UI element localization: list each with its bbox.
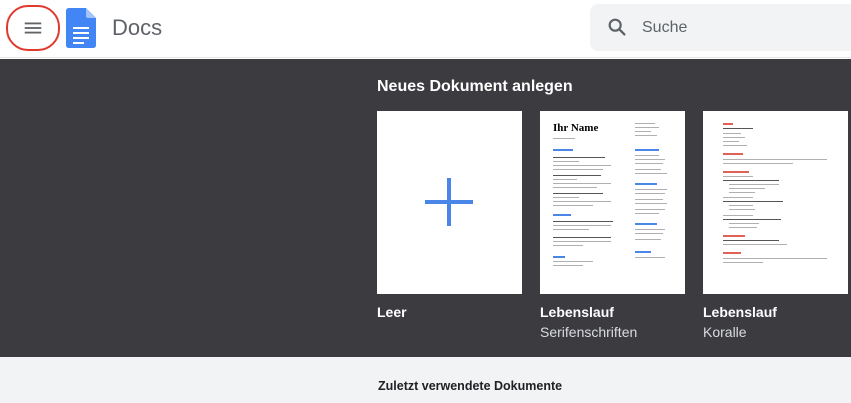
template-label: Lebenslauf xyxy=(703,304,777,320)
recent-documents-title: Zuletzt verwendete Dokumente xyxy=(378,379,563,393)
template-label: Lebenslauf xyxy=(540,304,614,320)
hamburger-menu-icon xyxy=(24,22,42,34)
template-label: Leer xyxy=(377,304,407,320)
template-gallery-title: Neues Dokument anlegen xyxy=(377,78,573,95)
top-bar: Docs xyxy=(0,0,851,58)
template-thumbnail-resume-serif[interactable]: Ihr Name xyxy=(540,111,685,294)
template-gallery: Neues Dokument anlegen Leer Ihr Name Leb… xyxy=(0,59,851,357)
template-resume-coral[interactable]: Lebenslauf Koralle xyxy=(703,111,848,340)
template-sublabel: Serifenschriften xyxy=(540,324,638,340)
search-box[interactable] xyxy=(590,4,851,51)
plus-icon xyxy=(425,178,473,226)
template-thumbnail-blank[interactable] xyxy=(377,111,522,294)
resume-preview-name: Ihr Name xyxy=(553,122,599,134)
docs-logo-icon[interactable] xyxy=(66,8,96,48)
search-input[interactable] xyxy=(642,14,842,41)
recent-documents-section: Zuletzt verwendete Dokumente xyxy=(0,357,851,403)
main-menu-button[interactable] xyxy=(6,5,60,51)
template-thumbnail-resume-coral[interactable] xyxy=(703,111,848,294)
search-icon[interactable] xyxy=(606,16,628,38)
app-title[interactable]: Docs xyxy=(112,15,162,41)
template-sublabel: Koralle xyxy=(703,324,747,340)
template-resume-serif[interactable]: Ihr Name Lebenslauf Serifenschriften xyxy=(540,111,685,340)
template-blank[interactable]: Leer xyxy=(377,111,522,320)
